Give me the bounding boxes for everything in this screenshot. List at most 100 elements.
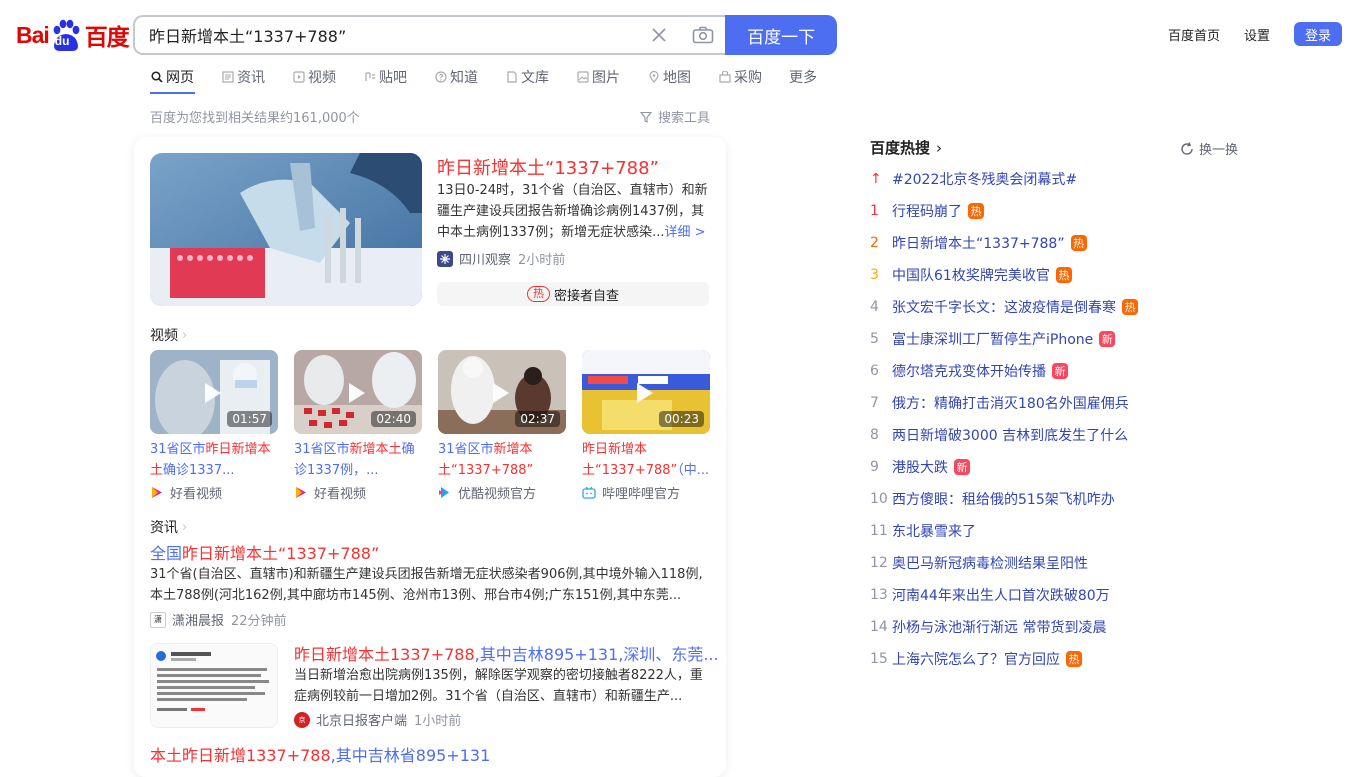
hot-search-text[interactable]: 两日新增破3000 吉林到底发生了什么 <box>892 425 1128 445</box>
tab-web[interactable]: 网页 <box>150 67 194 87</box>
source-name[interactable]: 哔哩哔哩官方 <box>602 483 680 502</box>
hot-search-item[interactable]: 8 两日新增破3000 吉林到底发生了什么 <box>870 424 1128 446</box>
hot-search-item[interactable]: 14 孙杨与泳池渐行渐远 常带货到凌晨 <box>870 616 1106 638</box>
hot-search-item[interactable]: 11 东北暴雪来了 <box>870 520 976 542</box>
tab-more[interactable]: 更多 <box>789 67 817 87</box>
top-result-title[interactable]: 昨日新增本土“1337+788” <box>437 154 659 180</box>
hot-search-text[interactable]: 富士康深圳工厂暂停生产iPhone <box>892 329 1093 349</box>
news-abstract: 31个省(自治区、直辖市)和新疆生产建设兵团报告新增无症状感染者906例,其中境… <box>150 567 703 603</box>
hot-search-item[interactable]: 2 昨日新增本土“1337+788” 热 <box>870 232 1087 254</box>
shop-icon <box>718 71 731 84</box>
refresh-button[interactable]: 换一换 <box>1180 139 1238 158</box>
hot-search-text[interactable]: 昨日新增本土“1337+788” <box>892 233 1065 253</box>
hot-search-text[interactable]: 奥巴马新冠病毒检测结果呈阳性 <box>892 553 1088 573</box>
hot-search-text[interactable]: 东北暴雪来了 <box>892 521 976 541</box>
source-name[interactable]: 潇湘晨报 <box>172 610 224 629</box>
hot-search-item[interactable]: 3 中国队61枚奖牌完美收官热 <box>870 264 1072 286</box>
hot-badge: 热 <box>1066 651 1082 667</box>
hot-search-item[interactable]: 7 俄方：精确打击消灭180名外国雇佣兵 <box>870 392 1129 414</box>
bilibili-icon <box>582 486 596 499</box>
tab-images[interactable]: 图片 <box>576 67 620 87</box>
hot-search-item[interactable]: 5 富士康深圳工厂暂停生产iPhone 新 <box>870 328 1116 350</box>
video-card[interactable]: 00:23 昨日新增本土“1337+788”（中... 哔哩哔哩官方 <box>582 350 710 502</box>
tab-label: 贴吧 <box>379 70 407 86</box>
search-input[interactable] <box>149 25 638 45</box>
hot-search-text[interactable]: 中国队61枚奖牌完美收官 <box>892 265 1050 285</box>
title-part: 确诊1337... <box>163 463 235 478</box>
search-button[interactable]: 百度一下 <box>725 15 837 55</box>
hot-search-text[interactable]: 河南44年来出生人口首次跌破80万 <box>892 585 1110 605</box>
hot-search-item[interactable]: 13 河南44年来出生人口首次跌破80万 <box>870 584 1110 606</box>
video-title[interactable]: 31省区市昨日新增本土确诊1337... <box>150 439 278 481</box>
hot-search-text[interactable]: 行程码崩了 <box>892 201 962 221</box>
video-thumbnail[interactable]: 02:40 <box>294 350 422 434</box>
lab-photo[interactable] <box>150 153 422 306</box>
source-name[interactable]: 北京日报客户端 <box>316 710 407 729</box>
related-hot-search[interactable]: 热 密接者自查 <box>437 282 709 306</box>
hot-search-text[interactable]: 俄方：精确打击消灭180名外国雇佣兵 <box>892 393 1129 413</box>
news-title[interactable]: 昨日新增本土1337+788,其中吉林895+131,深圳、东莞... <box>294 641 719 665</box>
source-name[interactable]: 好看视频 <box>170 483 222 502</box>
video-title[interactable]: 昨日新增本土“1337+788”（中... <box>582 439 710 481</box>
news-title[interactable]: 全国昨日新增本土“1337+788” <box>150 540 379 564</box>
hot-search-item[interactable]: 9 港股大跌新 <box>870 456 970 478</box>
video-title[interactable]: 31省区市新增本土确诊1337例，... <box>294 439 422 481</box>
hot-search-item[interactable]: 15 上海六院怎么了？官方回应热 <box>870 648 1082 670</box>
hot-search-text[interactable]: 张文宏千字长文：这波疫情是倒春寒 <box>892 297 1116 317</box>
source-name[interactable]: 好看视频 <box>314 483 366 502</box>
video-card[interactable]: 02:37 31省区市新增本土“1337+788” 优酷视频官方 <box>438 350 566 502</box>
hot-search-item[interactable]: ↑ #2022北京冬残奥会闭幕式# <box>870 168 1077 190</box>
login-button[interactable]: 登录 <box>1294 22 1342 46</box>
tab-shop[interactable]: 采购 <box>718 67 762 87</box>
hot-rank: 15 <box>870 651 888 667</box>
hot-rank: 9 <box>870 459 879 475</box>
hot-search-text[interactable]: 港股大跌 <box>892 457 948 477</box>
news-thumbnail[interactable] <box>150 643 278 728</box>
baidu-logo[interactable]: Bai du 百度 <box>16 17 130 53</box>
clear-icon[interactable] <box>637 17 681 53</box>
logo-text-du: du <box>54 34 70 48</box>
source-name[interactable]: 四川观察 <box>459 249 511 268</box>
tab-map[interactable]: 地图 <box>647 67 691 87</box>
new-badge: 新 <box>954 459 970 475</box>
details-link[interactable]: 详细 > <box>664 225 705 240</box>
hot-badge: 热 <box>526 286 550 302</box>
search-tools-button[interactable]: 搜索工具 <box>640 107 710 126</box>
hot-search-text[interactable]: 孙杨与泳池渐行渐远 常带货到凌晨 <box>892 617 1106 637</box>
hot-search-text[interactable]: 西方傻眼：租给俄的515架飞机咋办 <box>892 489 1115 509</box>
video-section-label[interactable]: 视频 › <box>150 325 187 345</box>
settings-link[interactable]: 设置 <box>1244 25 1270 44</box>
search-input-wrapper <box>133 15 726 55</box>
source-name[interactable]: 优酷视频官方 <box>458 483 536 502</box>
video-thumbnail[interactable]: 02:37 <box>438 350 566 434</box>
tab-news[interactable]: 资讯 <box>221 67 265 87</box>
hot-search-text[interactable]: #2022北京冬残奥会闭幕式# <box>892 169 1077 189</box>
hot-search-item[interactable]: 12 奥巴马新冠病毒检测结果呈阳性 <box>870 552 1088 574</box>
news-title[interactable]: 本土昨日新增1337+788,其中吉林省895+131 <box>150 742 490 766</box>
search-icon <box>150 71 163 84</box>
youku-icon <box>438 486 451 499</box>
video-card[interactable]: 02:40 31省区市新增本土确诊1337例，... 好看视频 <box>294 350 422 502</box>
hot-search-title[interactable]: 百度热搜 › <box>870 137 942 158</box>
tab-zhidao[interactable]: 知道 <box>434 67 478 87</box>
hot-rank: 4 <box>870 299 879 315</box>
camera-icon[interactable] <box>681 17 725 53</box>
tab-video[interactable]: 视频 <box>292 67 336 87</box>
title-highlight: 昨日新增本土“1337+788” <box>582 442 678 478</box>
video-thumbnail[interactable]: 01:57 <box>150 350 278 434</box>
tab-wenku[interactable]: 文库 <box>505 67 549 87</box>
video-thumbnail[interactable]: 00:23 <box>582 350 710 434</box>
news-source: 潇 潇湘晨报 22分钟前 <box>150 610 287 629</box>
hot-search-text[interactable]: 德尔塔克戎变体开始传播 <box>892 361 1046 381</box>
title-highlight: 新增本土 <box>349 442 402 457</box>
hot-search-item[interactable]: 1 行程码崩了热 <box>870 200 984 222</box>
home-link[interactable]: 百度首页 <box>1168 25 1220 44</box>
hot-search-item[interactable]: 10 西方傻眼：租给俄的515架飞机咋办 <box>870 488 1115 510</box>
hot-search-text[interactable]: 上海六院怎么了？官方回应 <box>892 649 1060 669</box>
video-title[interactable]: 31省区市新增本土“1337+788” <box>438 439 566 481</box>
news-section-label[interactable]: 资讯 › <box>150 517 187 537</box>
hot-search-item[interactable]: 4 张文宏千字长文：这波疫情是倒春寒热 <box>870 296 1138 318</box>
video-card[interactable]: 01:57 31省区市昨日新增本土确诊1337... 好看视频 <box>150 350 278 502</box>
hot-search-item[interactable]: 6 德尔塔克戎变体开始传播新 <box>870 360 1068 382</box>
tab-tieba[interactable]: 贴吧 <box>363 67 407 87</box>
